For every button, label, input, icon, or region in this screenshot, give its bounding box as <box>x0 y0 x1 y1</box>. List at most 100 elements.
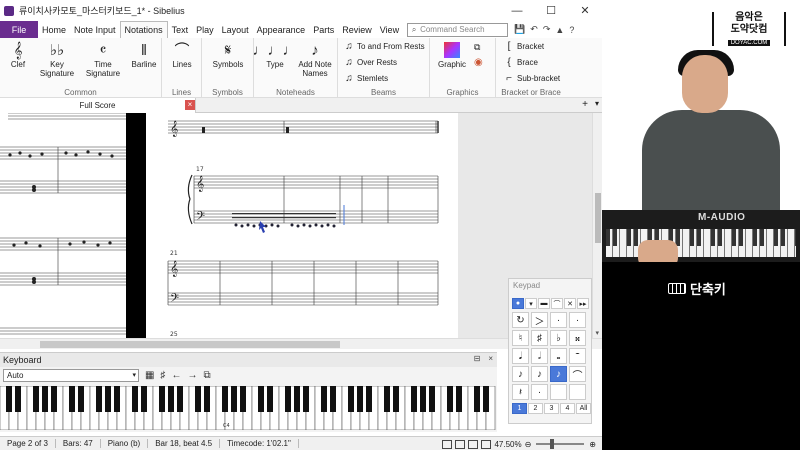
panel-close-icon[interactable]: × <box>488 354 493 363</box>
redo-icon[interactable]: ↷ <box>543 24 551 35</box>
black-key[interactable] <box>231 386 237 412</box>
menu-note-input[interactable]: Note Input <box>70 25 120 35</box>
keypad-key-10[interactable]: 𝅗𝅥 <box>531 348 548 364</box>
menu-text[interactable]: Text <box>168 25 193 35</box>
black-key[interactable] <box>294 386 300 412</box>
over-rests-button[interactable]: ♫ Over Rests <box>344 57 397 68</box>
black-key[interactable] <box>357 386 363 412</box>
keypad-layout-1[interactable]: 1 <box>512 403 527 414</box>
keypad-tab-6[interactable]: ▸▸ <box>577 298 589 309</box>
menu-appearance[interactable]: Appearance <box>253 25 310 35</box>
black-key[interactable] <box>15 386 21 412</box>
keypad-key-8[interactable]: 𝄪 <box>569 330 586 346</box>
brace-button[interactable]: {Brace <box>504 57 538 68</box>
keypad-key-7[interactable]: ♭ <box>550 330 567 346</box>
black-key[interactable] <box>429 386 435 412</box>
black-key[interactable] <box>78 386 84 412</box>
black-key[interactable] <box>105 386 111 412</box>
keypad-tab-4[interactable]: ⌒ <box>551 298 563 309</box>
keypad-key-9[interactable]: 𝅘𝅥 <box>512 348 529 364</box>
keypad-key-4[interactable]: · <box>569 312 586 328</box>
black-key[interactable] <box>366 386 372 412</box>
help-up-icon[interactable]: ▲ <box>555 25 564 35</box>
graphic-button[interactable]: Graphic <box>434 40 470 69</box>
barline-button[interactable]: ‖ Barline <box>128 40 160 70</box>
black-key[interactable] <box>204 386 210 412</box>
black-key[interactable] <box>420 386 426 412</box>
arrow-right-icon[interactable]: → <box>187 370 197 381</box>
keypad-layout-3[interactable]: 3 <box>544 403 559 414</box>
keypad-layout-4[interactable]: 4 <box>560 403 575 414</box>
view-mode-icon-2[interactable] <box>455 439 466 449</box>
piano-keyboard[interactable]: C4 <box>0 386 497 430</box>
command-search-input[interactable]: ⌕ Command Search <box>407 22 509 37</box>
menu-layout[interactable]: Layout <box>218 25 253 35</box>
symbols-button[interactable]: 𝄋 Symbols <box>208 40 248 70</box>
black-key[interactable] <box>393 386 399 412</box>
close-button[interactable]: ✕ <box>568 0 602 21</box>
black-key[interactable] <box>411 386 417 412</box>
black-key[interactable] <box>474 386 480 412</box>
menu-notations[interactable]: Notations <box>119 21 168 38</box>
notehead-type-button[interactable]: ♩♩♩ Type <box>253 40 298 70</box>
keypad-key-6[interactable]: ♯ <box>531 330 548 346</box>
black-key[interactable] <box>132 386 138 412</box>
menu-home[interactable]: Home <box>38 25 70 35</box>
minimize-button[interactable]: — <box>500 0 534 21</box>
keypad-layout-2[interactable]: 2 <box>528 403 543 414</box>
black-key[interactable] <box>96 386 102 412</box>
full-score-tab[interactable]: Full Score <box>0 98 196 113</box>
keypad-key-15[interactable]: ♪ <box>550 366 567 382</box>
black-key[interactable] <box>447 386 453 412</box>
keyboard-mode-select[interactable]: Auto ▾ <box>3 369 139 382</box>
view-mode-icon-3[interactable] <box>468 439 479 449</box>
black-key[interactable] <box>240 386 246 412</box>
black-key[interactable] <box>258 386 264 412</box>
arrow-left-icon[interactable]: ← <box>171 370 181 381</box>
color-wheel-icon[interactable]: ◉ <box>474 57 483 68</box>
keypad-key-18[interactable]: · <box>531 384 548 400</box>
sub-bracket-button[interactable]: ⌐ Sub-bracket <box>504 73 560 84</box>
black-key[interactable] <box>159 386 165 412</box>
menu-view[interactable]: View <box>376 25 403 35</box>
keypad-tab-5[interactable]: ✕ <box>564 298 576 309</box>
keypad-key-14[interactable]: ♪ <box>531 366 548 382</box>
black-key[interactable] <box>69 386 75 412</box>
help-icon[interactable]: ? <box>569 25 574 35</box>
black-key[interactable] <box>285 386 291 412</box>
black-key[interactable] <box>33 386 39 412</box>
menu-parts[interactable]: Parts <box>309 25 338 35</box>
view-mode-icon-4[interactable] <box>481 439 492 449</box>
clef-button[interactable]: 𝄞 Clef <box>4 40 32 70</box>
black-key[interactable] <box>222 386 228 412</box>
undo-icon[interactable]: ↶ <box>530 24 538 35</box>
keypad-scroll-icon[interactable]: ▾ <box>595 329 599 337</box>
lines-button[interactable]: ⌒ Lines <box>166 40 198 70</box>
key-signature-button[interactable]: ♭♭ Key Signature <box>36 40 78 79</box>
zoom-slider-knob[interactable] <box>550 439 555 449</box>
to-and-from-rests-button[interactable]: ♫ To and From Rests <box>344 41 424 52</box>
black-key[interactable] <box>6 386 12 412</box>
keypad-key-19[interactable] <box>550 384 567 400</box>
black-key[interactable] <box>303 386 309 412</box>
keypad-key-3[interactable]: · <box>550 312 567 328</box>
close-tab-icon[interactable]: × <box>185 100 195 110</box>
add-tab-icon[interactable]: + <box>582 99 588 110</box>
keypad-key-12[interactable]: 𝄻 <box>569 348 586 364</box>
menu-play[interactable]: Play <box>192 25 218 35</box>
black-key[interactable] <box>330 386 336 412</box>
keypad-layout-all[interactable]: All <box>576 403 591 414</box>
keypad-tab-1[interactable]: ● <box>512 298 524 309</box>
keypad-key-13[interactable]: ♪ <box>512 366 529 382</box>
horizontal-scroll-thumb[interactable] <box>40 341 340 348</box>
graphic-options-icon[interactable]: ⧉ <box>474 42 480 53</box>
note-input-icon[interactable]: ♯ <box>160 370 165 381</box>
black-key[interactable] <box>42 386 48 412</box>
keyboard-layout-icon[interactable]: ▦ <box>145 370 154 381</box>
black-key[interactable] <box>483 386 489 412</box>
zoom-in-icon[interactable]: ⊕ <box>589 440 596 449</box>
keypad-tab-3[interactable]: ▬ <box>538 298 550 309</box>
black-key[interactable] <box>456 386 462 412</box>
black-key[interactable] <box>321 386 327 412</box>
black-key[interactable] <box>267 386 273 412</box>
